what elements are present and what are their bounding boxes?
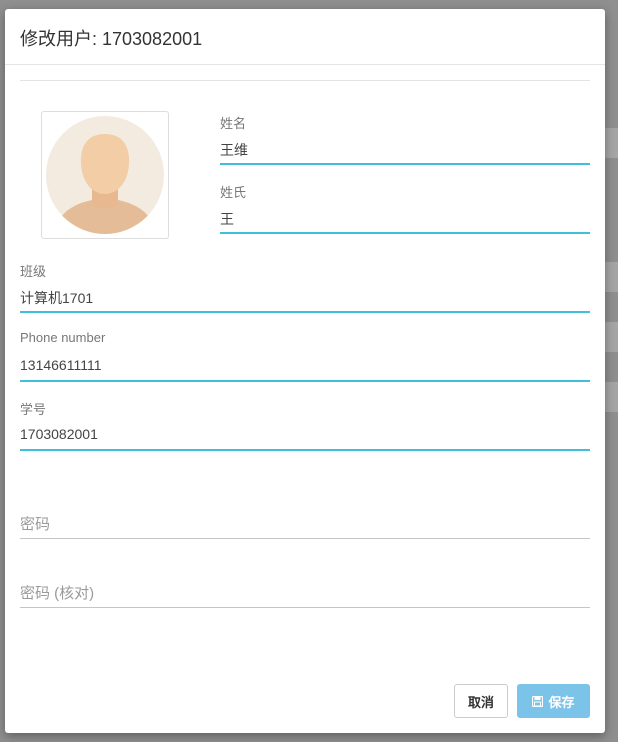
password-confirm-input[interactable]: 密码 (核对): [20, 582, 590, 608]
given-name-underline: [220, 163, 590, 165]
password-input[interactable]: 密码: [20, 513, 590, 539]
surname-underline: [220, 232, 590, 234]
dialog-header: 修改用户: 1703082001: [5, 9, 605, 65]
password-placeholder: 密码: [20, 516, 51, 533]
student-id-label: 学号: [20, 402, 47, 417]
student-id-field[interactable]: 学号 1703082001: [20, 399, 590, 451]
class-label: 班级: [20, 264, 47, 279]
phone-label: Phone number: [20, 330, 106, 345]
phone-underline: [20, 380, 590, 382]
surname-input[interactable]: 王: [220, 209, 234, 229]
phone-input[interactable]: 13146611111: [20, 357, 102, 373]
password-underline: [20, 538, 590, 539]
cancel-button[interactable]: 取消: [454, 684, 508, 718]
dialog-title: 修改用户: 1703082001: [20, 29, 203, 49]
cancel-button-label: 取消: [467, 694, 494, 710]
class-input[interactable]: 计算机1701: [20, 288, 93, 308]
class-underline: [20, 311, 590, 313]
save-button[interactable]: 保存: [517, 684, 590, 718]
password-confirm-underline: [20, 607, 590, 608]
user-silhouette-icon: [46, 116, 164, 234]
surname-field[interactable]: 姓氏 王: [220, 182, 590, 234]
class-field[interactable]: 班级 计算机1701: [20, 261, 590, 313]
edit-user-dialog: 修改用户: 1703082001 姓名 王维 姓氏 王 班级 计算机1701 P…: [5, 9, 605, 733]
avatar[interactable]: [41, 111, 169, 239]
student-id-underline: [20, 449, 590, 451]
student-id-input[interactable]: 1703082001: [20, 426, 98, 442]
given-name-label: 姓名: [220, 116, 247, 131]
password-confirm-placeholder: 密码 (核对): [20, 585, 95, 602]
divider: [20, 80, 590, 81]
save-button-label: 保存: [548, 694, 575, 710]
surname-label: 姓氏: [220, 185, 247, 200]
given-name-input[interactable]: 王维: [220, 140, 248, 160]
phone-field[interactable]: Phone number 13146611111: [20, 330, 590, 382]
floppy-disk-icon: [532, 695, 544, 707]
given-name-field[interactable]: 姓名 王维: [220, 113, 590, 165]
